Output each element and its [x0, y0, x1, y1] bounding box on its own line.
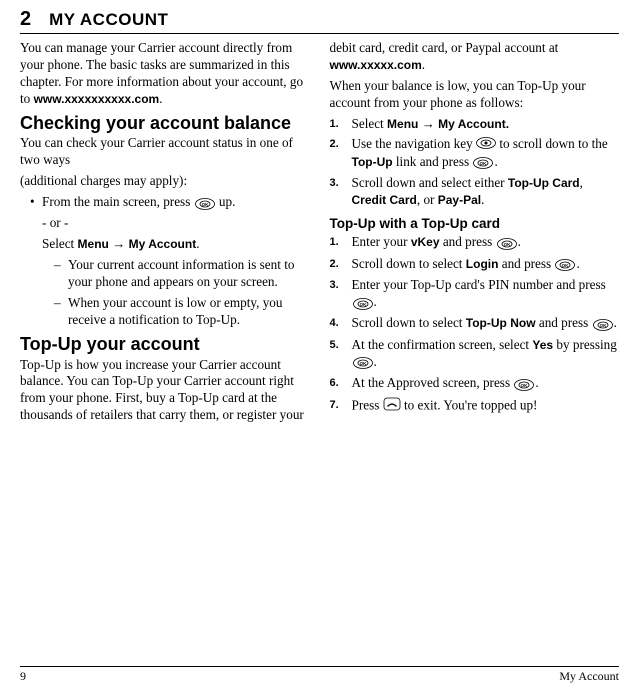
substep-topup-now: 4. Scroll down to select Top-Up Now and …: [330, 315, 620, 332]
topup-url: www.xxxxx.com: [330, 58, 422, 72]
svg-text:OK: OK: [521, 383, 529, 388]
svg-text:OK: OK: [359, 361, 367, 366]
ok-key-icon: OK: [593, 316, 613, 333]
step-select-menu: 1. Select Menu → My Account.: [330, 116, 620, 133]
svg-text:OK: OK: [599, 323, 607, 328]
ok-key-icon: OK: [555, 256, 575, 273]
chapter-number: 2: [20, 8, 31, 31]
step-select-topup-type: 3. Scroll down and select either Top-Up …: [330, 175, 620, 209]
ok-key-icon: OK: [353, 354, 373, 371]
ok-key-icon: OK: [195, 195, 215, 212]
svg-text:OK: OK: [562, 263, 570, 268]
low-balance-para: When your balance is low, you can Top-Up…: [330, 78, 620, 112]
dash-notification: When your account is low or empty, you r…: [54, 295, 310, 329]
nav-key-icon: [476, 137, 496, 154]
step-nav-key: 2. Use the navigation key to scroll down…: [330, 136, 620, 171]
subheading-topup-card: Top-Up with a Top-Up card: [330, 215, 620, 232]
content-columns: You can manage your Carrier account dire…: [20, 40, 619, 424]
ok-key-icon: OK: [497, 235, 517, 252]
substep-login: 2. Scroll down to select Login and press…: [330, 256, 620, 273]
chapter-header: 2 MY ACCOUNT: [20, 8, 619, 34]
heading-check-balance: Checking your account balance: [20, 114, 310, 134]
balance-para2: (additional charges may apply):: [20, 173, 310, 190]
svg-text:OK: OK: [503, 242, 511, 247]
dash-account-info: Your current account information is sent…: [54, 257, 310, 291]
svg-text:OK: OK: [359, 302, 367, 307]
or-text: - or -: [42, 215, 310, 232]
intro-url: www.xxxxxxxxxx.com: [34, 92, 160, 106]
intro-paragraph: You can manage your Carrier account dire…: [20, 40, 310, 108]
svg-text:OK: OK: [480, 161, 488, 166]
footer-title: My Account: [559, 669, 619, 684]
ok-key-icon: OK: [514, 376, 534, 393]
page-footer: 9 My Account: [20, 666, 619, 684]
ok-key-icon: OK: [473, 154, 493, 171]
substep-pin: 3. Enter your Top-Up card's PIN number a…: [330, 277, 620, 311]
bullet-main-screen: From the main screen, press OK up. - or …: [30, 194, 310, 329]
substep-enter-vkey: 1. Enter your vKey and press OK.: [330, 234, 620, 251]
chapter-title: MY ACCOUNT: [49, 10, 168, 30]
end-key-icon: [383, 397, 401, 416]
substep-approved: 6. At the Approved screen, press OK.: [330, 375, 620, 392]
substep-exit: 7. Press to exit. You're topped up!: [330, 397, 620, 416]
page-number: 9: [20, 669, 26, 684]
substep-confirm: 5. At the confirmation screen, select Ye…: [330, 337, 620, 371]
select-menu-line: Select Menu → My Account.: [42, 236, 310, 253]
balance-para1: You can check your Carrier account statu…: [20, 135, 310, 169]
ok-key-icon: OK: [353, 295, 373, 312]
svg-text:OK: OK: [201, 202, 209, 207]
heading-topup: Top-Up your account: [20, 335, 310, 355]
